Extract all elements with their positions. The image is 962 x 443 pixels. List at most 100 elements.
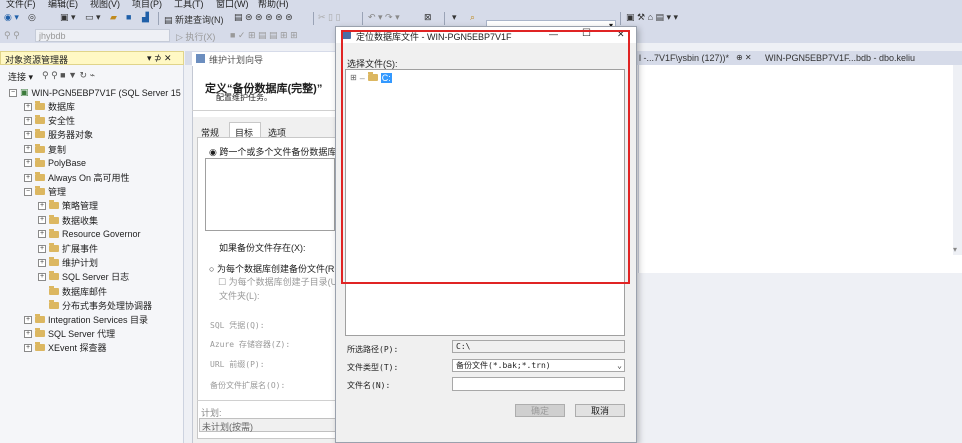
tree-item[interactable]: + SQL Server 日志 [38, 270, 129, 283]
tab-query[interactable]: l -...7V1F\ysbin (127))* [639, 53, 729, 63]
tree-item-label: 数据库 [48, 102, 76, 112]
menu-project[interactable]: 项目(P) [132, 0, 162, 9]
query-icons[interactable]: ▤ ⊜ ⊜ ⊜ ⊜ ⊜ [234, 12, 293, 23]
expand-icon[interactable]: + [38, 244, 46, 253]
folder-icon [49, 200, 59, 210]
highlight-box [341, 30, 630, 284]
tree-item-label: Integration Services 目录 [48, 315, 149, 325]
expand-icon[interactable]: + [24, 315, 32, 324]
menu-tools[interactable]: 工具(T) [174, 0, 204, 9]
radio-span-files[interactable]: ◉ 跨一个或多个文件备份数据库 [209, 145, 336, 158]
tree-item[interactable]: + 维护计划 [38, 256, 98, 269]
subdir-checkbox[interactable]: ☐ 为每个数据库创建子目录(U [218, 275, 337, 288]
cancel-button[interactable]: 取消 [575, 404, 625, 417]
collapse-icon[interactable]: − [9, 88, 17, 97]
tree-item[interactable]: − 管理 [24, 185, 66, 198]
activity-icon[interactable]: ⊠ [424, 12, 432, 23]
menu-edit[interactable]: 编辑(E) [48, 0, 78, 9]
expand-icon[interactable]: + [38, 216, 46, 225]
tree-item-label: Always On 高可用性 [48, 173, 130, 183]
find-icon[interactable]: ⌕ [470, 12, 475, 23]
url-prefix-label: URL 前缀(P): [210, 360, 265, 369]
expand-icon[interactable]: + [38, 258, 46, 267]
scrollbar[interactable]: ▾ [953, 65, 962, 255]
expand-icon[interactable]: + [24, 343, 32, 352]
document-pane [638, 65, 962, 273]
tree-server-node[interactable]: − ▣ WIN-PGN5EBP7V1F (SQL Server 15 [9, 86, 181, 99]
tree-item[interactable]: + 数据收集 [38, 214, 98, 227]
open-icon[interactable]: ▰ [110, 12, 117, 23]
tree-item[interactable]: + 服务器对象 [24, 128, 93, 141]
database-combo[interactable]: jhybdb [35, 29, 170, 42]
database-list-box[interactable] [205, 158, 335, 231]
tree-item[interactable]: + 复制 [24, 143, 66, 156]
new-query-button[interactable]: ▤ 新建查询(N) [164, 13, 224, 26]
editor-tool-icons[interactable]: ■ ✓ ⊞ ▤ ▤ ⊞ ⊞ [230, 30, 298, 41]
forward-icon[interactable]: ◎ [28, 12, 36, 23]
tree-item[interactable]: + Resource Governor [38, 228, 141, 241]
tree-item[interactable]: + 策略管理 [38, 199, 98, 212]
connect-icon[interactable]: ⚲ ⚲ [4, 30, 20, 41]
plan-value-field: 未计划(按需) [199, 418, 337, 432]
new-project-icon[interactable]: ▣ ▾ [60, 12, 76, 23]
cut-icon[interactable]: ✂ ▯ ▯ [318, 12, 340, 23]
chevron-down-icon: ⌄ [617, 361, 622, 370]
expand-icon[interactable]: + [24, 116, 32, 125]
tree-item[interactable]: + 安全性 [24, 114, 75, 127]
selected-path-field: C:\ [452, 340, 625, 353]
tool-icons[interactable]: ▣ ⚒ ⌂ ▤ ▾ ▾ [626, 12, 678, 23]
dropdown-arrow-icon[interactable]: ▾ [452, 12, 457, 23]
menu-help[interactable]: 帮助(H) [258, 0, 289, 9]
tree-item[interactable]: + Always On 高可用性 [24, 171, 130, 184]
undo-icon[interactable]: ↶ ▾ ↷ ▾ [368, 12, 400, 23]
tree-item[interactable]: + 扩展事件 [38, 242, 98, 255]
tab-table[interactable]: WIN-PGN5EBP7V1F...bdb - dbo.keliu [765, 53, 915, 63]
tree-item-label: 数据收集 [62, 215, 99, 226]
tree-item-label: 策略管理 [62, 201, 99, 212]
folder-icon [49, 285, 59, 295]
radio-per-database[interactable]: ○ 为每个数据库创建备份文件(R [209, 262, 334, 275]
expand-icon[interactable]: + [24, 102, 32, 111]
menu-window[interactable]: 窗口(W) [216, 0, 249, 9]
tree-item[interactable]: + 数据库 [24, 100, 75, 113]
selected-path-label: 所选路径(P): [347, 345, 399, 354]
wizard-icon [196, 54, 205, 63]
expand-icon[interactable]: + [24, 173, 32, 182]
tree-item[interactable]: + XEvent 探查器 [24, 341, 107, 354]
tree-item[interactable]: + SQL Server 代理 [24, 327, 115, 340]
new-file-icon[interactable]: ▭ ▾ [85, 12, 101, 23]
panel-controls[interactable]: ▾ ⊅ ✕ [147, 53, 172, 64]
execute-button[interactable]: ▷ 执行(X) [176, 30, 215, 43]
menu-view[interactable]: 视图(V) [90, 0, 120, 9]
expand-icon[interactable]: + [24, 329, 32, 338]
tree-item[interactable]: + Integration Services 目录 [24, 313, 148, 326]
folder-icon [49, 299, 59, 309]
tree-item-label: XEvent 探查器 [48, 343, 107, 354]
tree-item[interactable]: 数据库邮件 [38, 285, 107, 298]
expand-icon[interactable]: + [38, 230, 46, 239]
filter-icons[interactable]: ⚲ ⚲ ■ ▼ ↻ ⌁ [42, 70, 95, 81]
tab-close-icon[interactable]: ⊕ ✕ [736, 53, 752, 62]
file-type-select[interactable]: 备份文件(*.bak;*.trn) ⌄ [452, 359, 625, 372]
ok-button[interactable]: 确定 [515, 404, 565, 417]
tree-item-label: 管理 [48, 187, 67, 198]
expand-icon[interactable]: + [24, 159, 32, 168]
expand-icon[interactable]: + [24, 145, 32, 154]
expand-icon[interactable]: + [38, 201, 46, 210]
menu-file[interactable]: 文件(F) [6, 0, 36, 9]
scroll-down-icon[interactable]: ▾ [953, 245, 957, 254]
expand-icon[interactable]: + [24, 130, 32, 139]
back-icon[interactable]: ◉ ▾ [4, 12, 19, 23]
tree-item-label: 分布式事务处理协调器 [62, 300, 153, 311]
tree-item[interactable]: 分布式事务处理协调器 [38, 299, 152, 312]
save-icon[interactable]: ■ [126, 12, 131, 22]
collapse-icon[interactable]: − [24, 187, 32, 196]
connect-button[interactable]: 连接 ▾ [8, 70, 33, 83]
tree-item-label: Resource Governor [62, 229, 141, 240]
expand-icon[interactable]: + [38, 272, 46, 281]
tree-item[interactable]: + PolyBase [24, 157, 86, 170]
file-name-input[interactable] [452, 377, 625, 391]
save-all-icon[interactable]: ▟ [142, 12, 149, 23]
file-type-label: 文件类型(T): [347, 363, 399, 372]
folder-icon [35, 129, 45, 139]
